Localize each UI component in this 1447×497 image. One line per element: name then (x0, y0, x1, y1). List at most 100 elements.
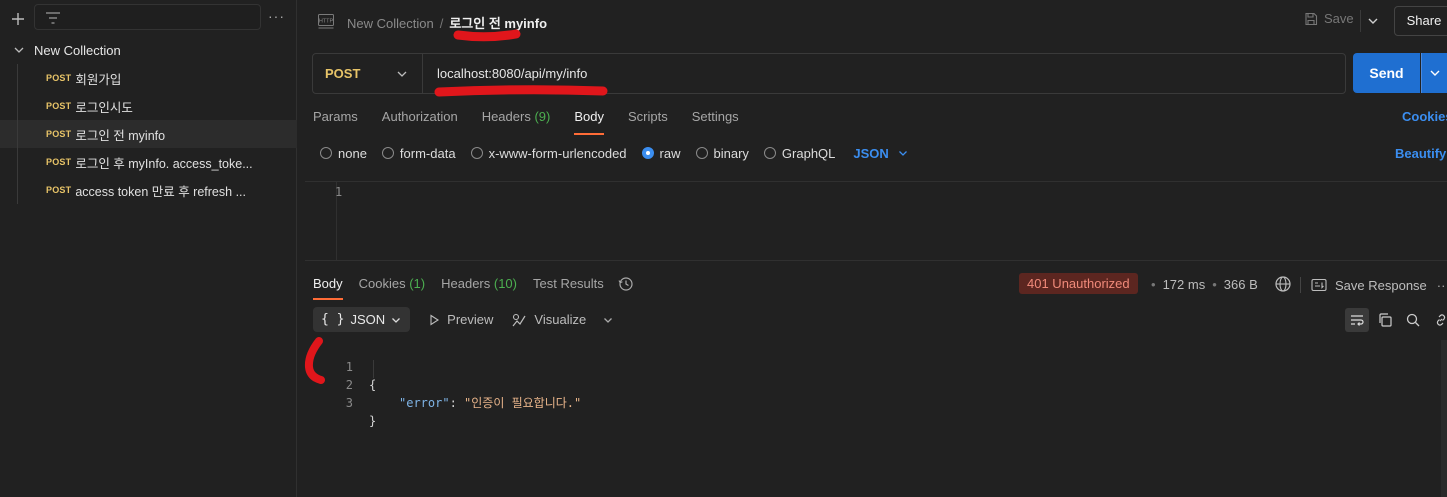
request-name: 로그인시도 (75, 100, 133, 115)
cookies-link[interactable]: Cookies (1402, 109, 1447, 124)
tab-authorization[interactable]: Authorization (382, 103, 458, 131)
collection-item[interactable]: New Collection (0, 36, 297, 64)
method-badge: POST (46, 73, 72, 83)
radio-raw[interactable]: raw (641, 146, 681, 161)
tab-scripts[interactable]: Scripts (628, 103, 668, 131)
request-name: 회원가입 (75, 72, 122, 87)
braces-icon: { } (321, 312, 345, 327)
copy-button[interactable] (1373, 308, 1397, 332)
save-options-chevron-icon[interactable] (1366, 14, 1380, 28)
collection-name: New Collection (34, 42, 121, 58)
save-button[interactable]: Save (1304, 11, 1354, 26)
more-icon[interactable]: ··· (1437, 278, 1447, 293)
code-text: { (369, 378, 377, 392)
body-type-selector: none form-data x-www-form-urlencoded raw… (320, 145, 909, 161)
response-time[interactable]: 172 ms (1163, 277, 1206, 292)
tab-headers[interactable]: Headers (9) (482, 103, 551, 131)
save-response-label: Save Response (1335, 277, 1427, 293)
json-string-value: "인증이 필요합니다." (464, 396, 582, 410)
send-button[interactable]: Send (1353, 53, 1420, 93)
chevron-down-icon (1430, 70, 1440, 76)
code-line: 3 } (313, 376, 376, 428)
radio-form-data[interactable]: form-data (381, 146, 456, 161)
method-badge: POST (46, 101, 72, 111)
breadcrumb-collection[interactable]: New Collection (347, 16, 434, 31)
radio-circle (763, 147, 776, 159)
request-body-editor[interactable]: 1 (305, 181, 1447, 261)
send-options-button[interactable] (1421, 53, 1447, 93)
sidebar-toolbar: ··· (0, 4, 297, 32)
vertical-scrollbar[interactable] (1441, 340, 1447, 497)
radio-graphql[interactable]: GraphQL (763, 146, 835, 161)
request-item[interactable]: POST 로그인시도 (0, 92, 297, 120)
request-item-active[interactable]: POST 로그인 전 myinfo (0, 120, 297, 148)
method-badge: POST (46, 157, 72, 167)
svg-text:HTTP: HTTP (319, 19, 334, 25)
tab-settings[interactable]: Settings (692, 103, 739, 131)
url-input[interactable] (437, 54, 1327, 93)
save-icon (1305, 12, 1318, 25)
code-text: "error": "인증이 필요합니다." (399, 394, 581, 412)
radio-x-www-form-urlencoded[interactable]: x-www-form-urlencoded (470, 146, 627, 161)
request-header: HTTP New Collection / 로그인 전 myinfo Save Sh… (297, 0, 1447, 42)
method-select[interactable]: POST (313, 54, 423, 93)
request-item[interactable]: POST access token 만료 후 refresh ... (0, 176, 297, 204)
request-item[interactable]: POST 회원가입 (0, 64, 297, 92)
request-name: 로그인 전 myinfo (75, 128, 166, 143)
share-button[interactable]: Share (1394, 6, 1447, 36)
response-size[interactable]: 366 B (1224, 277, 1258, 292)
http-request-icon: HTTP (318, 14, 334, 29)
visualize-icon (512, 313, 526, 326)
filter-icon (46, 12, 60, 24)
headers-count: (10) (493, 276, 517, 291)
search-icon (1406, 313, 1420, 327)
language-select[interactable]: JSON (853, 146, 908, 161)
tab-params[interactable]: Params (313, 103, 358, 131)
search-button[interactable] (1401, 308, 1425, 332)
request-list: POST 회원가입 POST 로그인시도 POST 로그인 전 myinfo POST… (0, 64, 297, 204)
beautify-button[interactable]: Beautify (1395, 146, 1446, 161)
save-response-button[interactable]: Save Response ··· (1300, 277, 1447, 293)
method-badge: POST (46, 129, 72, 139)
tab-body[interactable]: Body (574, 103, 604, 135)
breadcrumb-separator: / (439, 16, 444, 31)
format-value: JSON (350, 312, 386, 327)
wrap-lines-icon (1351, 315, 1364, 326)
response-tab-test-results[interactable]: Test Results (533, 270, 604, 298)
status-badge[interactable]: 401 Unauthorized (1019, 273, 1138, 294)
new-button[interactable] (8, 6, 28, 30)
visualize-options-chevron-icon[interactable] (602, 314, 614, 326)
divider (1300, 277, 1301, 293)
request-item[interactable]: POST 로그인 후 myInfo. access_toke... (0, 148, 297, 176)
code-line: 2 "error": "인증이 필요합니다." (313, 358, 582, 410)
play-icon (430, 313, 440, 326)
response-tab-headers[interactable]: Headers (10) (441, 270, 517, 298)
radio-circle (695, 147, 708, 159)
response-actions (1345, 308, 1447, 332)
separator-dot: • (1151, 277, 1156, 292)
radio-circle (320, 147, 332, 159)
sidebar: ··· New Collection POST 회원가입 POST 로그인시도 PO… (0, 0, 297, 497)
response-body-viewer[interactable]: 1 { 2 "error": "인증이 필요합니다." 3 } (313, 340, 1447, 497)
preview-button[interactable]: Preview (428, 312, 493, 327)
history-icon[interactable] (618, 276, 634, 292)
sidebar-more-button[interactable]: ··· (268, 9, 285, 23)
response-tabs: Body Cookies (1) Headers (10) Test Resul… (313, 270, 634, 300)
method-value: POST (325, 66, 361, 81)
response-tab-cookies[interactable]: Cookies (1) (359, 270, 425, 298)
wrap-lines-button[interactable] (1345, 308, 1369, 332)
format-select[interactable]: { } JSON (313, 307, 411, 332)
link-button[interactable] (1429, 308, 1447, 332)
save-response-icon (1311, 278, 1327, 292)
globe-icon[interactable] (1274, 275, 1292, 293)
json-key: "error" (399, 396, 450, 410)
response-tab-body[interactable]: Body (313, 270, 343, 300)
radio-circle (470, 147, 483, 159)
radio-binary[interactable]: binary (695, 146, 749, 161)
copy-icon (1379, 313, 1392, 327)
visualize-button[interactable]: Visualize (511, 312, 586, 328)
request-title[interactable]: 로그인 전 myinfo (449, 16, 547, 31)
radio-circle-checked (641, 147, 654, 159)
sidebar-filter-input[interactable] (34, 4, 261, 30)
radio-none[interactable]: none (320, 146, 367, 161)
